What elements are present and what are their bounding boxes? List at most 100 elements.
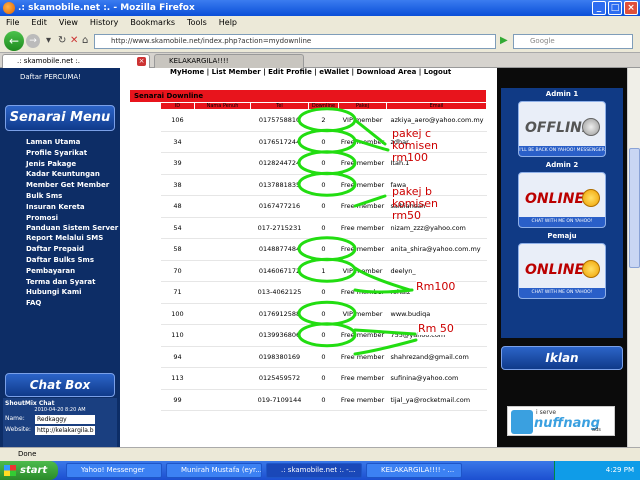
sidebar-item-report-sms[interactable]: Report Melalui SMS <box>26 233 120 244</box>
cell-pakej: Free member <box>338 152 387 175</box>
home-icon[interactable]: ⌂ <box>82 35 88 46</box>
menu-view[interactable]: View <box>59 16 78 29</box>
back-button[interactable]: ← <box>4 31 24 51</box>
cell-pakej: VIP member <box>338 303 387 325</box>
admin1-status-button[interactable]: OFFLINE I'LL BE BACK ON YAHOO! MESSENGER <box>518 101 606 157</box>
table-row: 106 0175758810 2 VIP member azkiya_aero@yaho… <box>160 109 487 132</box>
cell-nama <box>194 389 251 411</box>
left-sidebar: Daftar PERCUMA! Senarai Menu Laman Utama… <box>0 68 120 447</box>
sidebar-item-profile-syarikat[interactable]: Profile Syarikat <box>26 148 120 159</box>
cell-nama <box>194 217 251 239</box>
cell-nama <box>194 195 251 218</box>
cell-pakej: Free member <box>338 217 387 239</box>
tab-skamobile[interactable]: .: skamobile.net :. × <box>2 54 150 68</box>
name-label: Name: <box>5 415 25 422</box>
url-input[interactable]: http://www.skamobile.net/index.php?actio… <box>94 34 496 49</box>
sidebar-item-jenis-pakage[interactable]: Jenis Pakage <box>26 159 120 170</box>
cell-email: deelyn_ <box>386 260 487 282</box>
task-skamobile[interactable]: .: skamobile.net :. -... <box>266 463 362 478</box>
cell-id: 110 <box>160 324 195 347</box>
reload-icon[interactable]: ↻ <box>58 35 66 46</box>
cell-nama <box>194 238 251 261</box>
sidebar-item-hubungi[interactable]: Hubungi Kami <box>26 287 120 298</box>
sidebar-item-pembayaran[interactable]: Pembayaran <box>26 266 120 277</box>
table-row: 113 0125459572 0 Free member sufinina@yahoo.… <box>160 367 487 390</box>
table-row: 99 019-7109144 0 Free member tijal_ya@rocket… <box>160 389 487 411</box>
menu-help[interactable]: Help <box>219 16 237 29</box>
name-input[interactable]: Redkaggy <box>35 415 95 424</box>
cell-id: 100 <box>160 303 195 325</box>
go-icon[interactable]: ▶ <box>500 35 508 46</box>
cell-nama <box>194 303 251 325</box>
cell-tel: 0175758810 <box>250 109 309 132</box>
minimize-button[interactable]: _ <box>592 1 606 15</box>
search-input[interactable]: Google <box>513 34 633 49</box>
col-nama: Nama Penuh <box>194 102 251 110</box>
cell-tel: 017-2715231 <box>250 217 309 239</box>
status-bar: Done <box>0 447 640 461</box>
nuffnang-ad[interactable]: i serve nuffnang ads <box>507 406 615 436</box>
top-nav-links[interactable]: MyHome | List Member | Edit Profile | eW… <box>170 68 451 77</box>
window-controls: _ □ × <box>592 1 638 15</box>
cell-pakej: Free member <box>338 238 387 261</box>
admin1-label: Admin 1 <box>545 90 579 98</box>
cell-downline: 0 <box>308 174 339 196</box>
sidebar-item-promosi[interactable]: Promosi <box>26 213 120 224</box>
admin1-substatus: I'LL BE BACK ON YAHOO! MESSENGER <box>519 146 605 156</box>
cell-nama <box>194 281 251 304</box>
sidebar-item-daftar-bulks-sms[interactable]: Daftar Bulks Sms <box>26 255 120 266</box>
sidebar-item-laman-utama[interactable]: Laman Utama <box>26 137 120 148</box>
windows-logo-icon <box>4 465 16 476</box>
menu-tools[interactable]: Tools <box>187 16 207 29</box>
sidebar-item-insuran-kereta[interactable]: Insuran Kereta <box>26 202 120 213</box>
tab-kelakargila[interactable]: KELAKARGILA!!!! <box>154 54 304 68</box>
cell-downline: 0 <box>308 389 339 411</box>
cell-id: 94 <box>160 346 195 368</box>
cell-pakej: VIP member <box>338 109 387 132</box>
maximize-button[interactable]: □ <box>608 1 622 15</box>
dropdown-icon[interactable]: ▾ <box>46 35 51 46</box>
start-button[interactable]: start <box>0 461 58 480</box>
cell-downline: 1 <box>308 260 339 282</box>
task-yahoo[interactable]: Yahoo! Messenger <box>66 463 162 478</box>
cell-downline: 0 <box>308 281 339 304</box>
menu-edit[interactable]: Edit <box>31 16 47 29</box>
main-area: MyHome | List Member | Edit Profile | eW… <box>120 68 497 447</box>
pemaju-substatus: CHAT WITH ME ON YAHOO! MESSENGER <box>519 288 605 298</box>
sidebar-item-terma[interactable]: Terma dan Syarat <box>26 277 120 288</box>
cell-nama <box>194 324 251 347</box>
vertical-scrollbar[interactable] <box>627 68 640 447</box>
menu-file[interactable]: File <box>6 16 19 29</box>
cell-nama <box>194 131 251 153</box>
sidebar-item-kadar-keuntungan[interactable]: Kadar Keuntungan <box>26 169 120 180</box>
nuffnang-brand: nuffnang <box>534 416 600 431</box>
cell-pakej: Free member <box>338 324 387 347</box>
cell-downline: 0 <box>308 346 339 368</box>
daftar-link[interactable]: Daftar PERCUMA! <box>0 68 120 81</box>
cell-downline: 0 <box>308 195 339 218</box>
close-tab-icon[interactable]: × <box>137 57 146 66</box>
admin2-status-button[interactable]: ONLINE CHAT WITH ME ON YAHOO! MESSENGER <box>518 172 606 228</box>
task-munirah[interactable]: Munirah Mustafa (eyr... <box>166 463 262 478</box>
table-row: 48 0167477216 0 Free member salbiahsan <box>160 195 487 218</box>
sidebar-item-daftar-prepaid[interactable]: Daftar Prepaid <box>26 244 120 255</box>
menu-bookmarks[interactable]: Bookmarks <box>130 16 175 29</box>
nuffnang-tagline: i serve <box>536 409 557 416</box>
pemaju-status-button[interactable]: ONLINE CHAT WITH ME ON YAHOO! MESSENGER <box>518 243 606 299</box>
menu-history[interactable]: History <box>90 16 118 29</box>
sidebar-item-panduan-sistem[interactable]: Panduan Sistem Server <box>26 223 120 233</box>
cell-id: 38 <box>160 174 195 196</box>
forward-button[interactable]: → <box>26 34 40 48</box>
website-label: Website: <box>5 426 31 433</box>
sidebar-item-faq[interactable]: FAQ <box>26 298 120 309</box>
scrollbar-thumb[interactable] <box>629 148 640 268</box>
cell-downline: 0 <box>308 367 339 390</box>
sidebar-item-bulk-sms[interactable]: Bulk Sms <box>26 191 120 202</box>
cell-pakej: Free member <box>338 367 387 390</box>
website-input[interactable]: http://kelakargila.b <box>35 426 95 435</box>
task-kelakargila[interactable]: KELAKARGILA!!!! - ... <box>366 463 462 478</box>
sidebar-item-member-get-member[interactable]: Member Get Member <box>26 180 120 191</box>
close-window-button[interactable]: × <box>624 1 638 15</box>
menu-heading: Senarai Menu <box>5 105 115 131</box>
stop-icon[interactable]: ✕ <box>70 35 78 46</box>
